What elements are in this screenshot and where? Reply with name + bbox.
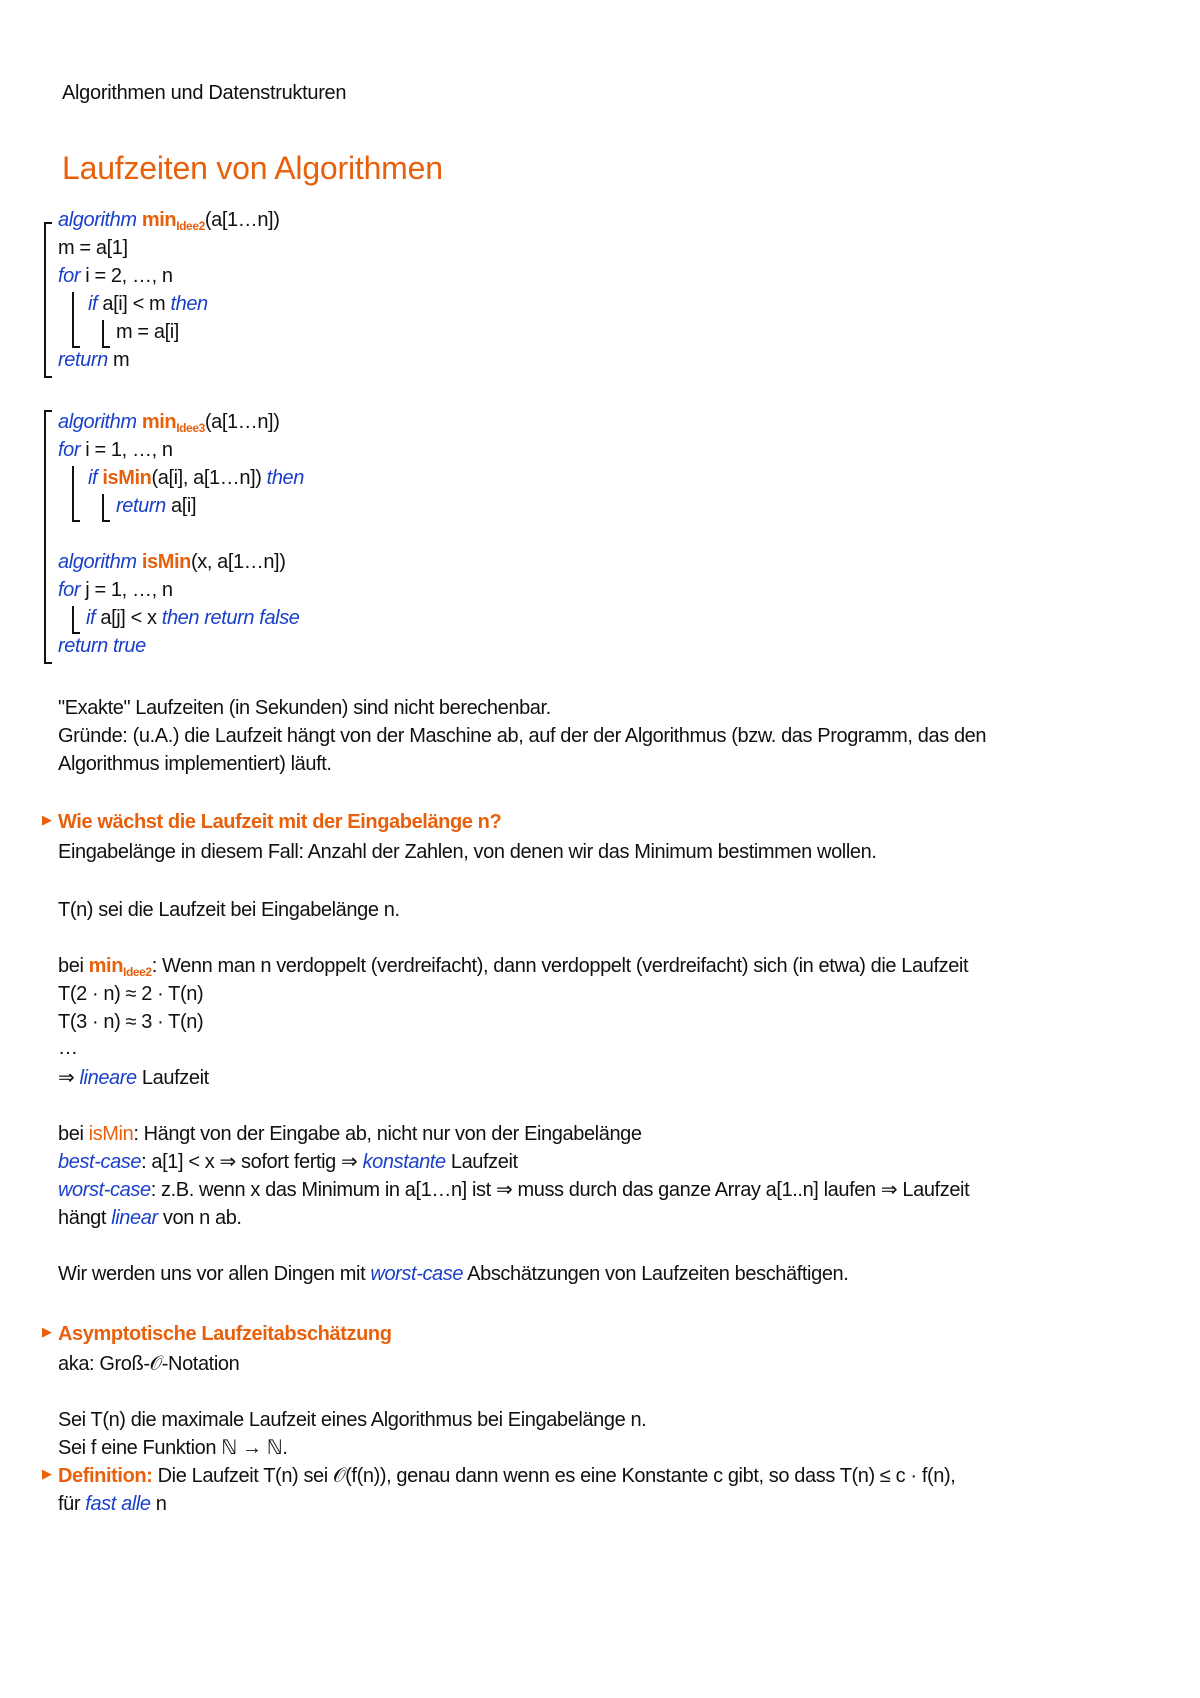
for-range: i = 2, …, n [80, 265, 173, 287]
paragraph-line: ⇒ lineare Laufzeit [58, 1067, 209, 1089]
keyword-algorithm: algorithm [58, 411, 137, 433]
loop-bracket [72, 292, 80, 348]
params: (x, a[1…n]) [190, 551, 286, 573]
loop-bracket [72, 466, 80, 522]
keyword-if: if [88, 293, 98, 315]
document-page: Algorithmen und Datenstrukturen Laufzeit… [0, 0, 1200, 1698]
keyword-if: if [88, 467, 98, 489]
keyword-for: for [58, 265, 81, 287]
call-args: (a[i], a[1…n]) [151, 467, 267, 489]
emphasis: lineare [79, 1067, 138, 1089]
function-ref: isMin [88, 1123, 134, 1145]
paragraph-line: best-case: a[1] < x ⇒ sofort fertig ⇒ ko… [58, 1151, 518, 1173]
code-line: m = a[i] [116, 321, 179, 343]
block-bracket [44, 222, 52, 378]
paragraph-line: worst-case: z.B. wenn x das Minimum in a… [58, 1179, 970, 1201]
code-line: for i = 2, …, n [58, 262, 173, 290]
loop-bracket [72, 606, 80, 634]
function-ref: minIdee2 [88, 955, 152, 979]
emphasis: linear [111, 1207, 158, 1229]
emphasis: worst-case [370, 1263, 464, 1285]
code-line: if a[j] < x then return false [86, 604, 300, 632]
return-value: m [107, 349, 130, 371]
section-heading: Wie wächst die Laufzeit mit der Eingabel… [58, 811, 502, 833]
keyword-algorithm: algorithm [58, 209, 137, 231]
ellipsis: … [58, 1037, 78, 1059]
paragraph-line: aka: Groß-𝒪-Notation [58, 1353, 240, 1375]
return-value: a[i] [165, 495, 197, 517]
keyword-for: for [58, 439, 81, 461]
function-name: isMin [141, 551, 192, 573]
params: (a[1…n]) [204, 411, 280, 433]
paragraph-line: bei isMin: Hängt von der Eingabe ab, nic… [58, 1123, 642, 1145]
keyword-return: return [116, 495, 166, 517]
code-line: return true [58, 632, 146, 660]
paragraph-line: für fast alle n [58, 1493, 167, 1515]
condition: a[j] < x [95, 607, 162, 629]
if-bracket [102, 320, 110, 348]
keyword-then: then [170, 293, 208, 315]
paragraph-line: Sei T(n) die maximale Laufzeit eines Alg… [58, 1409, 647, 1431]
code-line: for i = 1, …, n [58, 436, 173, 464]
for-range: j = 1, …, n [80, 579, 173, 601]
bullet-arrow-icon: ▶ [42, 812, 52, 827]
code-line: if a[i] < m then [88, 290, 208, 318]
keyword-then: then [266, 467, 305, 489]
bullet-arrow-icon: ▶ [42, 1324, 52, 1339]
paragraph-line: Algorithmus implementiert) läuft. [58, 753, 332, 775]
emphasis: worst-case [58, 1179, 151, 1201]
section-heading: Asymptotische Laufzeitabschätzung [58, 1323, 392, 1345]
code-line: algorithm isMin(x, a[1…n]) [58, 548, 286, 576]
paragraph-line: Gründe: (u.A.) die Laufzeit hängt von de… [58, 725, 987, 747]
definition-line: Definition: Die Laufzeit T(n) sei 𝒪(f(n)… [58, 1465, 956, 1487]
code-line: m = a[1] [58, 237, 128, 259]
emphasis: konstante [362, 1151, 447, 1173]
keyword-for: for [58, 579, 81, 601]
keyword-return-true: return true [58, 635, 146, 657]
paragraph-line: hängt linear von n ab. [58, 1207, 242, 1229]
bullet-arrow-icon: ▶ [42, 1466, 52, 1481]
function-name: minIdee3 [141, 411, 205, 435]
keyword-return: return [58, 349, 108, 371]
paragraph-line: Sei f eine Funktion ℕ → ℕ. [58, 1437, 288, 1459]
function-call: isMin [102, 467, 152, 489]
definition-label: Definition: [58, 1465, 153, 1487]
equation-line: T(2 · n) ≈ 2 · T(n) [58, 983, 204, 1005]
page-title: Laufzeiten von Algorithmen [62, 150, 443, 186]
emphasis: best-case [58, 1151, 142, 1173]
paragraph-line: T(n) sei die Laufzeit bei Eingabelänge n… [58, 899, 400, 921]
if-bracket [102, 494, 110, 522]
code-line: return m [58, 346, 130, 374]
paragraph-line: Eingabelänge in diesem Fall: Anzahl der … [58, 841, 877, 863]
keyword-algorithm: algorithm [58, 551, 137, 573]
code-line: if isMin(a[i], a[1…n]) then [88, 464, 304, 492]
course-header: Algorithmen und Datenstrukturen [62, 82, 347, 104]
keyword-if: if [86, 607, 96, 629]
keyword-then-return-false: then return false [161, 607, 300, 629]
condition: a[i] < m [97, 293, 171, 315]
emphasis: fast alle [85, 1493, 151, 1515]
function-name: minIdee2 [141, 209, 205, 233]
params: (a[1…n]) [204, 209, 280, 231]
equation-line: T(3 · n) ≈ 3 · T(n) [58, 1011, 204, 1033]
code-line: for j = 1, …, n [58, 576, 173, 604]
code-line: return a[i] [116, 492, 197, 520]
block-bracket [44, 410, 52, 664]
paragraph-line: Wir werden uns vor allen Dingen mit wors… [58, 1263, 849, 1285]
paragraph-line: "Exakte" Laufzeiten (in Sekunden) sind n… [58, 697, 551, 719]
for-range: i = 1, …, n [80, 439, 173, 461]
